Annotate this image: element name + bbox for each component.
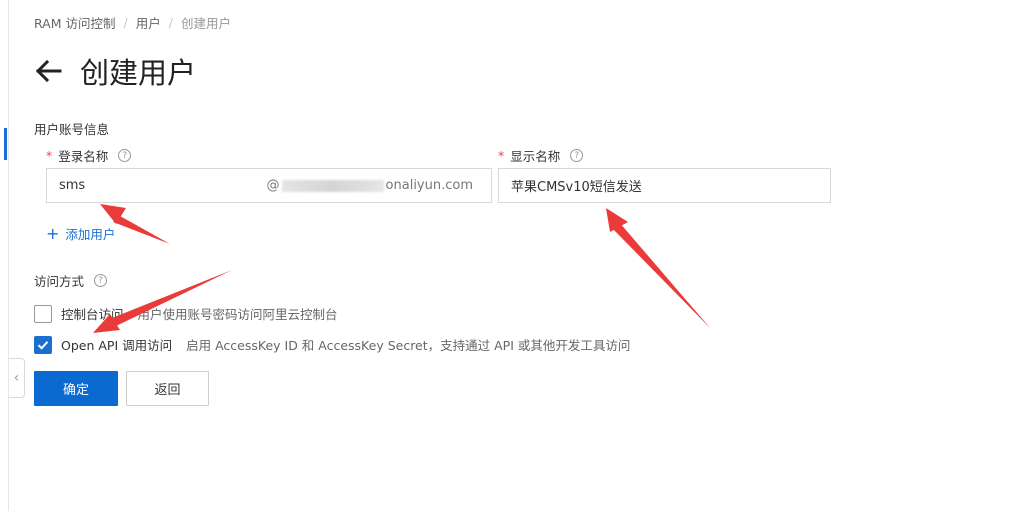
display-name-label: * 显示名称 ?: [498, 146, 584, 165]
breadcrumb-users[interactable]: 用户: [136, 13, 161, 32]
login-name-value: sms: [59, 178, 86, 193]
console-access-desc: 用户使用账号密码访问阿里云控制台: [137, 307, 338, 322]
annotation-arrow-display: [606, 208, 711, 329]
help-icon[interactable]: ?: [118, 149, 132, 162]
help-icon[interactable]: ?: [94, 274, 108, 287]
page-header: 创建用户: [34, 50, 196, 92]
breadcrumb: RAM 访问控制 / 用户 / 创建用户: [34, 13, 231, 32]
openapi-access-option[interactable]: Open API 调用访问 启用 AccessKey ID 和 AccessKe…: [34, 335, 630, 354]
login-name-label-text: 登录名称: [58, 149, 109, 164]
console-access-checkbox[interactable]: [34, 304, 52, 323]
page-title: 创建用户: [80, 56, 197, 90]
login-name-suffix: @ onaliyun.com: [267, 169, 473, 202]
access-method-heading: 访问方式 ?: [34, 271, 108, 290]
help-icon[interactable]: ?: [570, 149, 584, 162]
display-name-input[interactable]: 苹果CMSv10短信发送: [498, 168, 831, 203]
add-user-link[interactable]: + 添加用户: [46, 224, 115, 243]
checkmark-icon: [37, 340, 49, 350]
confirm-button[interactable]: 确定: [34, 371, 118, 406]
plus-icon: +: [46, 223, 60, 243]
chevron-left-icon: ‹: [13, 370, 20, 386]
openapi-access-label: Open API 调用访问: [61, 338, 173, 353]
back-button[interactable]: 返回: [126, 371, 209, 406]
display-name-value: 苹果CMSv10短信发送: [511, 180, 642, 195]
side-nav-active-indicator: [4, 128, 7, 160]
openapi-access-checkbox[interactable]: [34, 335, 52, 354]
openapi-access-desc: 启用 AccessKey ID 和 AccessKey Secret，支持通过 …: [186, 338, 631, 353]
redacted-account-id: [281, 179, 384, 192]
annotation-arrow-openapi: [93, 270, 232, 333]
breadcrumb-current: 创建用户: [180, 16, 231, 31]
login-suffix-domain: onaliyun.com: [385, 178, 473, 193]
add-user-label: 添加用户: [65, 227, 116, 242]
side-nav-edge: [0, 0, 9, 511]
breadcrumb-separator: /: [168, 15, 173, 30]
breadcrumb-separator: /: [123, 15, 128, 30]
login-name-label: * 登录名称 ?: [46, 146, 132, 165]
breadcrumb-ram[interactable]: RAM 访问控制: [34, 13, 116, 32]
login-name-input[interactable]: sms @ onaliyun.com: [46, 168, 492, 203]
back-arrow-icon[interactable]: [34, 56, 64, 86]
console-access-option[interactable]: 控制台访问 用户使用账号密码访问阿里云控制台: [34, 304, 338, 323]
access-method-heading-text: 访问方式: [34, 274, 85, 289]
console-access-label: 控制台访问: [61, 307, 124, 322]
account-info-heading: 用户账号信息: [34, 122, 110, 137]
required-mark: *: [46, 148, 53, 163]
sidebar-collapse-toggle[interactable]: ‹: [9, 358, 25, 398]
required-mark: *: [498, 148, 505, 163]
display-name-label-text: 显示名称: [510, 149, 561, 164]
login-suffix-at: @: [266, 178, 280, 193]
